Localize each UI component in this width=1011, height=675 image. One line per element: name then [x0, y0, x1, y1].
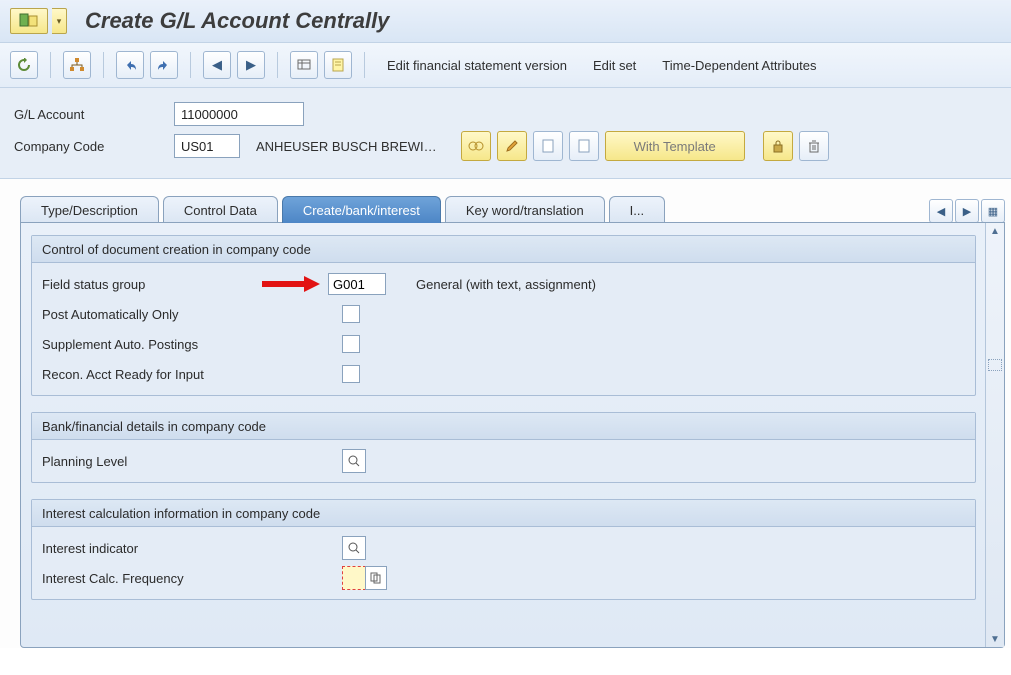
new-doc-button[interactable]	[533, 131, 563, 161]
toolbar-hierarchy-icon[interactable]	[63, 51, 91, 79]
scroll-grip[interactable]	[988, 359, 1002, 371]
group3-title: Interest calculation information in comp…	[32, 500, 975, 527]
toolbar-refresh-icon[interactable]	[10, 51, 38, 79]
interest-freq-valuehelp-icon[interactable]	[365, 566, 387, 590]
toolbar-link-efsv[interactable]: Edit financial statement version	[377, 58, 577, 73]
with-template-button[interactable]: With Template	[605, 131, 745, 161]
supp-auto-label: Supplement Auto. Postings	[42, 337, 342, 352]
company-code-desc: ANHEUSER BUSCH BREWI…	[256, 139, 437, 154]
toolbar-prev-icon[interactable]: ◀	[203, 51, 231, 79]
recon-checkbox[interactable]	[342, 365, 360, 383]
field-status-input[interactable]	[328, 273, 386, 295]
tab-more[interactable]: I...	[609, 196, 665, 223]
tab-type-description[interactable]: Type/Description	[20, 196, 159, 223]
toolbar-redo-icon[interactable]	[150, 51, 178, 79]
interest-ind-label: Interest indicator	[42, 541, 342, 556]
tab-keyword-translation[interactable]: Key word/translation	[445, 196, 605, 223]
tab-scroll-right-icon[interactable]: ▶	[955, 199, 979, 223]
page-title: Create G/L Account Centrally	[85, 8, 389, 34]
interest-freq-label: Interest Calc. Frequency	[42, 571, 342, 586]
scroll-down-icon[interactable]: ▼	[986, 631, 1004, 647]
toolbar-link-editset[interactable]: Edit set	[583, 58, 646, 73]
toolbar-link-timedep[interactable]: Time-Dependent Attributes	[652, 58, 826, 73]
transaction-dropdown-icon[interactable]: ▾	[52, 8, 67, 34]
group1-title: Control of document creation in company …	[32, 236, 975, 263]
display-button[interactable]	[461, 131, 491, 161]
with-template-label: With Template	[634, 139, 716, 154]
scroll-up-icon[interactable]: ▲	[986, 223, 1004, 239]
panel-scrollbar[interactable]: ▲ ▼	[985, 223, 1004, 647]
field-status-desc: General (with text, assignment)	[416, 277, 596, 292]
planning-level-search-icon[interactable]	[342, 449, 366, 473]
planning-level-label: Planning Level	[42, 454, 342, 469]
delete-button[interactable]	[799, 131, 829, 161]
field-status-label: Field status group	[42, 277, 145, 292]
toolbar-next-icon[interactable]: ▶	[237, 51, 265, 79]
copy-doc-button[interactable]	[569, 131, 599, 161]
company-code-label: Company Code	[14, 139, 174, 154]
edit-button[interactable]	[497, 131, 527, 161]
tab-control-data[interactable]: Control Data	[163, 196, 278, 223]
toolbar-display-icon[interactable]	[290, 51, 318, 79]
tab-list-icon[interactable]: ▦	[981, 199, 1005, 223]
transaction-icon[interactable]	[10, 8, 48, 34]
post-auto-checkbox[interactable]	[342, 305, 360, 323]
gl-account-input[interactable]	[174, 102, 304, 126]
gl-account-label: G/L Account	[14, 107, 174, 122]
group2-title: Bank/financial details in company code	[32, 413, 975, 440]
interest-ind-search-icon[interactable]	[342, 536, 366, 560]
interest-freq-input[interactable]	[342, 566, 366, 590]
tab-scroll-left-icon[interactable]: ◀	[929, 199, 953, 223]
company-code-input[interactable]	[174, 134, 240, 158]
toolbar-document-icon[interactable]	[324, 51, 352, 79]
recon-label: Recon. Acct Ready for Input	[42, 367, 342, 382]
post-auto-label: Post Automatically Only	[42, 307, 342, 322]
toolbar-undo-icon[interactable]	[116, 51, 144, 79]
annotation-arrow-icon	[262, 278, 320, 290]
tab-create-bank-interest[interactable]: Create/bank/interest	[282, 196, 441, 223]
supp-auto-checkbox[interactable]	[342, 335, 360, 353]
lock-button[interactable]	[763, 131, 793, 161]
